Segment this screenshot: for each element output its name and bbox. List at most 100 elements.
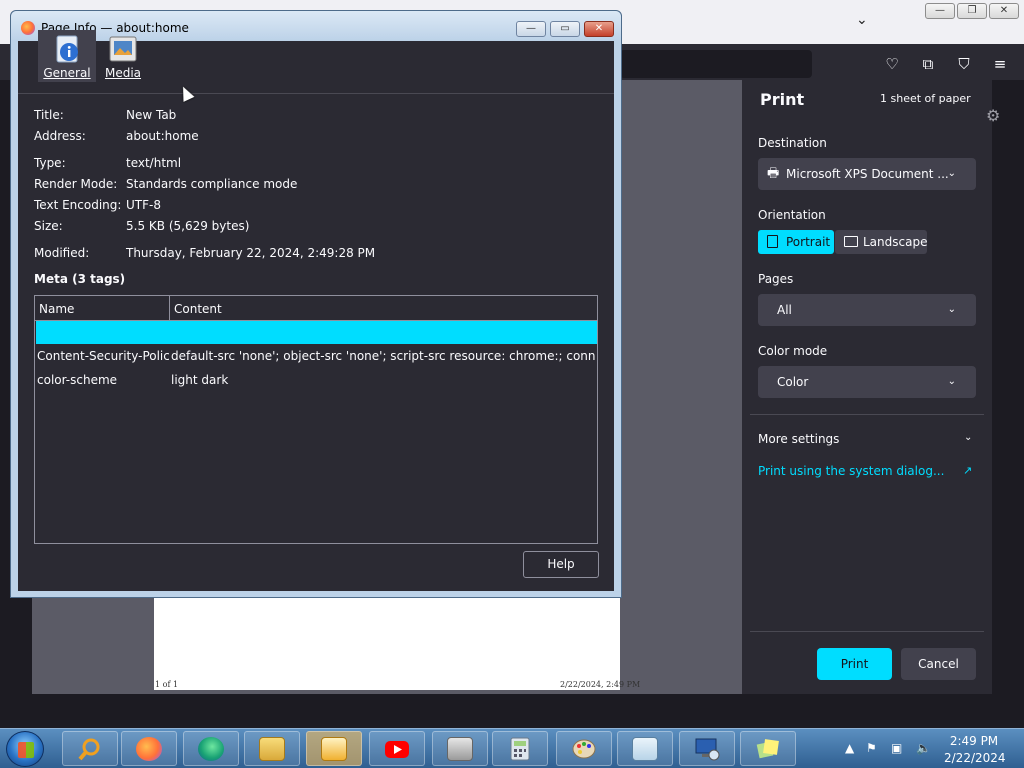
tab-separator — [18, 93, 614, 94]
table-cell-content[interactable]: default-src 'none'; object-src 'none'; s… — [171, 349, 595, 363]
show-hidden-icons-chevron-icon[interactable]: ▲ — [845, 741, 854, 755]
type-value: text/html — [126, 156, 182, 170]
encoding-label: Text Encoding: — [34, 198, 122, 212]
url-bar[interactable] — [620, 50, 812, 78]
clock-time: 2:49 PM — [949, 734, 999, 748]
portrait-button[interactable]: Portrait — [758, 230, 834, 254]
external-link-icon: ↗ — [963, 464, 973, 477]
table-row-selected[interactable] — [36, 321, 597, 344]
calculator-app-button[interactable] — [492, 731, 548, 766]
info-icon — [56, 35, 78, 63]
render-mode-value: Standards compliance mode — [126, 177, 298, 191]
tab-media[interactable]: Media — [100, 30, 146, 82]
fax-app-button[interactable] — [432, 731, 488, 766]
pocket-icon[interactable]: ♡ — [883, 55, 901, 73]
color-mode-value: Color — [777, 375, 809, 389]
destination-label: Destination — [758, 136, 827, 150]
meta-heading: Meta (3 tags) — [34, 272, 126, 286]
preview-footer-date: 2/22/2024, 2:49 PM — [560, 680, 641, 689]
cancel-button[interactable]: Cancel — [901, 648, 976, 680]
search-app-button[interactable] — [62, 731, 118, 766]
paint-app-button[interactable] — [556, 731, 612, 766]
landscape-label: Landscape — [863, 235, 928, 249]
size-label: Size: — [34, 219, 63, 233]
paint-palette-icon — [572, 739, 596, 759]
landscape-icon — [844, 236, 858, 247]
portrait-label: Portrait — [786, 235, 831, 249]
print-title: Print — [760, 90, 805, 109]
notepad-app-button[interactable] — [617, 731, 673, 766]
orientation-label: Orientation — [758, 208, 826, 222]
media-player-icon — [321, 737, 347, 761]
table-cell-name[interactable]: color-scheme — [37, 373, 169, 387]
tab-general[interactable]: General — [38, 30, 96, 82]
table-cell-name[interactable]: Content-Security-Polic... — [37, 349, 169, 363]
browser-minimize-button[interactable]: — — [925, 3, 955, 19]
modified-label: Modified: — [34, 246, 90, 260]
remote-desktop-icon — [695, 738, 720, 761]
printer-icon: 🖶 — [767, 166, 780, 181]
folder-icon — [259, 737, 285, 761]
sticky-notes-app-button[interactable] — [740, 731, 796, 766]
browser-close-button[interactable]: ✕ — [989, 3, 1019, 19]
system-clock[interactable]: 2:49 PM 2/22/2024 — [944, 733, 1006, 767]
explorer-app-button[interactable] — [244, 731, 300, 766]
list-all-tabs-chevron-icon[interactable]: ⌄ — [856, 12, 868, 28]
media-player-app-button[interactable] — [306, 731, 362, 766]
pages-select[interactable]: All ⌄ — [758, 294, 976, 326]
portrait-icon — [767, 235, 778, 248]
encoding-value: UTF-8 — [126, 198, 161, 212]
help-button[interactable]: Help — [523, 551, 599, 578]
calculator-icon — [510, 737, 530, 761]
sheet-count: 1 sheet of paper — [880, 92, 971, 105]
network-icon[interactable]: ▣ — [891, 741, 902, 755]
preview-page — [154, 596, 620, 690]
start-button[interactable] — [6, 731, 44, 767]
action-center-flag-icon[interactable]: ⚑ — [866, 741, 877, 755]
ublock-shield-icon[interactable]: ⛉ — [955, 55, 973, 73]
chevron-down-icon: ⌄ — [947, 304, 956, 315]
dialog-minimize-button[interactable]: — — [516, 21, 546, 37]
meta-table[interactable]: Name Content Content-Security-Polic... d… — [34, 295, 598, 544]
dialog-maximize-button[interactable]: ▭ — [550, 21, 580, 37]
firefox-icon — [136, 737, 162, 761]
youtube-app-button[interactable] — [369, 731, 425, 766]
magnifier-icon — [78, 738, 100, 761]
windows-logo-icon — [18, 742, 34, 758]
color-mode-select[interactable]: Color ⌄ — [758, 366, 976, 398]
modified-value: Thursday, February 22, 2024, 2:49:28 PM — [126, 246, 376, 260]
system-dialog-link[interactable]: Print using the system dialog... — [758, 464, 944, 478]
chevron-down-icon: ⌄ — [947, 168, 956, 179]
destination-value: Microsoft XPS Document ... — [786, 167, 949, 181]
print-button[interactable]: Print — [817, 648, 892, 680]
extensions-icon[interactable]: ⧉ — [919, 55, 937, 73]
chevron-down-icon[interactable]: ⌄ — [964, 432, 972, 443]
landscape-button[interactable]: Landscape — [835, 230, 927, 254]
chevron-down-icon: ⌄ — [947, 376, 956, 387]
remote-desktop-app-button[interactable] — [679, 731, 735, 766]
more-settings-toggle[interactable]: More settings — [758, 432, 839, 446]
table-cell-content[interactable]: light dark — [171, 373, 595, 387]
size-value: 5.5 KB (5,629 bytes) — [126, 219, 250, 233]
destination-select[interactable]: 🖶 Microsoft XPS Document ... ⌄ — [758, 158, 976, 190]
fax-icon — [447, 737, 473, 761]
address-label: Address: — [34, 129, 86, 143]
divider — [750, 414, 984, 415]
sticky-notes-icon — [756, 739, 779, 759]
column-header-name[interactable]: Name — [39, 302, 74, 316]
menu-hamburger-icon[interactable]: ≡ — [991, 55, 1009, 73]
dialog-close-button[interactable]: ✕ — [584, 21, 614, 37]
column-header-content[interactable]: Content — [174, 302, 222, 316]
column-divider[interactable] — [169, 296, 170, 320]
tab-general-label: General — [43, 66, 91, 80]
volume-muted-icon[interactable]: 🔈 — [916, 741, 931, 755]
browser-maximize-button[interactable]: ❐ — [957, 3, 987, 19]
color-mode-label: Color mode — [758, 344, 828, 358]
title-label: Title: — [34, 108, 64, 122]
firefox-app-button[interactable] — [121, 731, 177, 766]
media-film-icon — [109, 36, 137, 62]
divider — [750, 631, 984, 632]
edge-app-button[interactable] — [183, 731, 239, 766]
notepad-icon — [632, 737, 658, 761]
settings-gear-icon: ⚙ — [986, 106, 1001, 125]
